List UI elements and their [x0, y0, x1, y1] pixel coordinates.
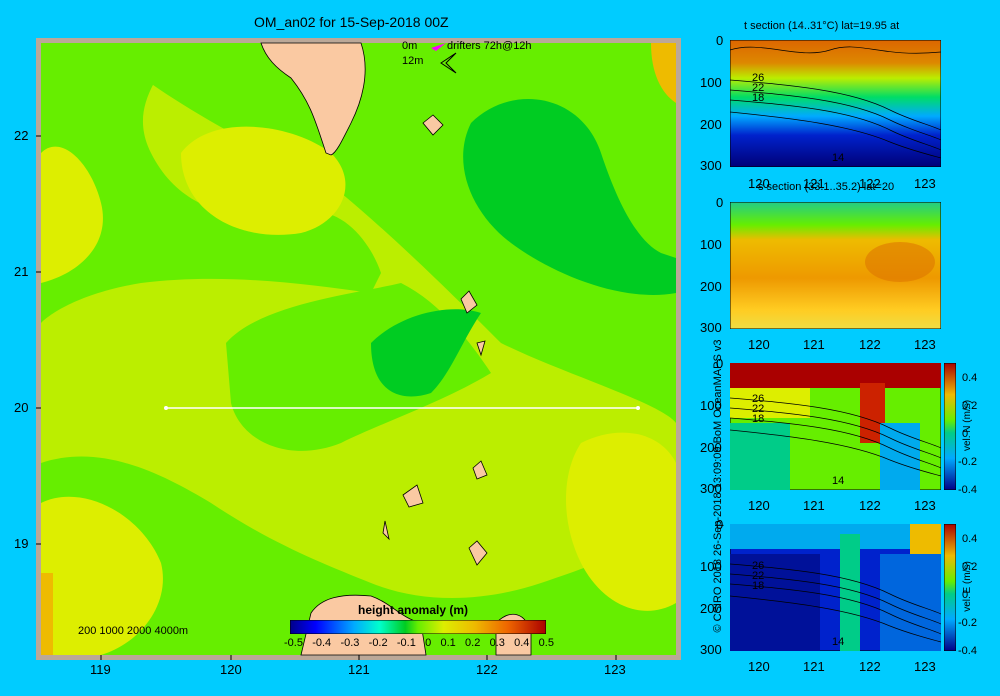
- cb-tick: 0.5: [538, 637, 554, 649]
- sec-y-tick: 300: [700, 481, 722, 496]
- map-x-tick: 122: [476, 662, 498, 677]
- contour-label: 18: [752, 580, 765, 592]
- contour-label: 14: [832, 475, 845, 487]
- vel-n-cb-tick: -0.2: [958, 456, 977, 468]
- sec-x-tick: 123: [914, 176, 936, 191]
- sec-y-tick: 300: [700, 320, 722, 335]
- sec-y-tick: 100: [700, 237, 722, 252]
- sec-x-tick: 120: [748, 659, 770, 674]
- sec-x-tick: 122: [859, 337, 881, 352]
- cb-tick: -0.5: [284, 637, 303, 649]
- contour-label: 14: [832, 636, 845, 648]
- cb-tick: 0.4: [514, 637, 530, 649]
- sec-y-tick: 0: [716, 517, 724, 532]
- height-anomaly-map: [36, 38, 681, 660]
- vel-n-section: [730, 363, 941, 490]
- map-x-tick: 120: [220, 662, 242, 677]
- sec-x-tick: 123: [914, 659, 936, 674]
- map-title: OM_an02 for 15-Sep-2018 00Z: [254, 14, 449, 30]
- sec-x-tick: 121: [803, 659, 825, 674]
- sec-y-tick: 200: [700, 440, 722, 455]
- sec-y-tick: 200: [700, 117, 722, 132]
- vel-e-cb-tick: -0.2: [958, 617, 977, 629]
- map-x-tick: 119: [90, 662, 111, 677]
- sec-x-tick: 122: [859, 498, 881, 513]
- depth-legend: 200 1000 2000 4000m: [78, 625, 189, 637]
- cb-tick: -0.1: [396, 637, 416, 649]
- map-y-tick: 22: [14, 128, 29, 143]
- legend-12m: 12m: [402, 55, 424, 67]
- contour-label: 14: [832, 152, 845, 164]
- cb-tick: -0.4: [312, 637, 332, 649]
- sec-x-tick: 121: [803, 176, 825, 191]
- section-start-marker: [164, 406, 168, 410]
- sec-y-tick: 100: [700, 75, 722, 90]
- vel-e-cb-label: vel. E (m/s): [961, 561, 973, 612]
- orange-patch-sw: [41, 573, 53, 655]
- sec-x-tick: 121: [803, 498, 825, 513]
- sec-x-tick: 120: [748, 337, 770, 352]
- cb-tick: -0.3: [340, 637, 360, 649]
- map-y-tick: 19: [14, 536, 29, 551]
- contour-label: 18: [752, 92, 765, 104]
- sec-y-tick: 0: [716, 356, 724, 371]
- sec-x-tick: 121: [803, 337, 825, 352]
- sec-x-tick: 122: [859, 176, 881, 191]
- map-y-tick: 20: [14, 400, 29, 415]
- section-end-marker: [636, 406, 640, 410]
- vel-n-colorbar: [944, 363, 956, 490]
- sec-y-tick: 0: [716, 33, 724, 48]
- sec-y-tick: 0: [716, 195, 724, 210]
- map-x-tick: 123: [604, 662, 626, 677]
- sec-y-tick: 100: [700, 398, 722, 413]
- vel-e-cb-tick: -0.4: [958, 645, 977, 657]
- cb-tick: 0: [425, 637, 432, 649]
- sec-y-tick: 300: [700, 158, 722, 173]
- sec-y-tick: 100: [700, 559, 722, 574]
- cb-tick: -0.2: [368, 637, 388, 649]
- sec-y-tick: 200: [700, 601, 722, 616]
- legend-0m: 0m: [402, 40, 418, 52]
- map-x-tick: 121: [348, 662, 370, 677]
- cb-tick: 0.3: [489, 637, 505, 649]
- sec-x-tick: 120: [748, 176, 770, 191]
- map-y-tick: 21: [14, 264, 29, 279]
- colorbar: [290, 620, 546, 634]
- section-title-t: t section (14..31°C) lat=19.95 at: [744, 20, 900, 32]
- colorbar-ticks: -0.5 -0.4 -0.3 -0.2 -0.1 0 0.1 0.2 0.3 0…: [284, 637, 554, 649]
- drifters-label: drifters 72h@12h: [447, 40, 532, 52]
- vel-e-cb-tick: 0.4: [962, 533, 978, 545]
- cb-tick: 0.2: [465, 637, 481, 649]
- sec-x-tick: 122: [859, 659, 881, 674]
- cb-tick: 0.1: [440, 637, 456, 649]
- vel-n-cb-label: vel. N (m/s): [962, 399, 974, 452]
- vel-e-colorbar: [944, 524, 956, 651]
- salinity-section: [730, 202, 941, 329]
- sec-x-tick: 123: [914, 498, 936, 513]
- sec-x-tick: 123: [914, 337, 936, 352]
- sec-y-tick: 200: [700, 279, 722, 294]
- vel-n-cb-tick: 0.4: [962, 372, 978, 384]
- colorbar-title: height anomaly (m): [358, 603, 469, 617]
- contour-label: 18: [752, 413, 765, 425]
- sec-y-tick: 300: [700, 642, 722, 657]
- vel-n-cb-tick: -0.4: [958, 484, 977, 496]
- sec-x-tick: 120: [748, 498, 770, 513]
